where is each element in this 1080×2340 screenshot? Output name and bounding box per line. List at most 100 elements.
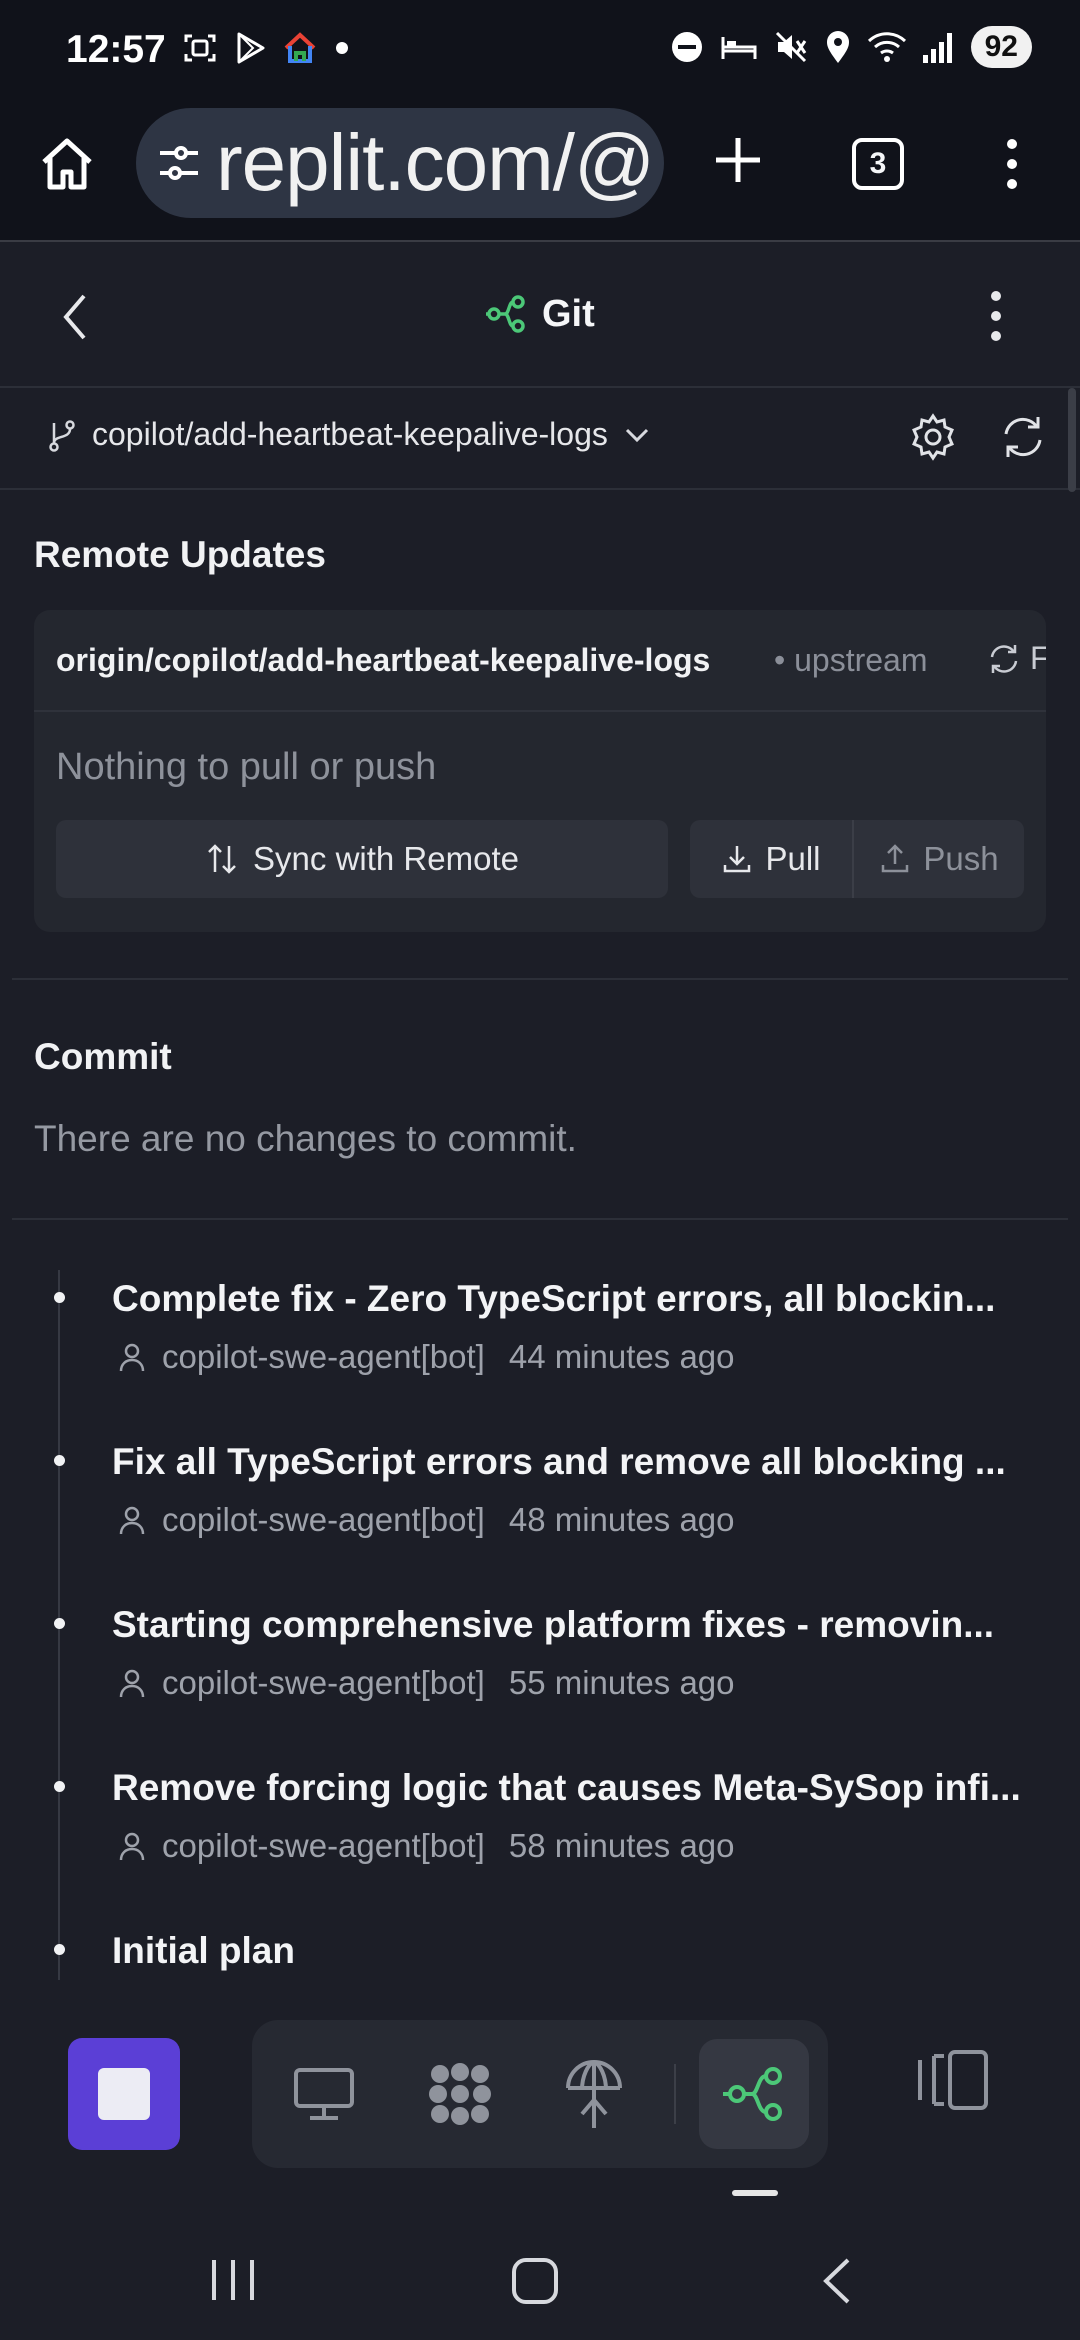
remote-updates-card: origin/copilot/add-heartbeat-keepalive-l… <box>34 610 1046 932</box>
remote-status-text: Nothing to pull or push <box>56 746 437 788</box>
back-arrow-icon <box>823 2258 850 2304</box>
stop-icon <box>98 2068 150 2120</box>
layout-toggle-button[interactable] <box>916 2048 990 2112</box>
chevron-left-icon <box>63 294 86 340</box>
push-button[interactable]: Push <box>854 820 1024 898</box>
commit-dot <box>54 1292 65 1303</box>
workspace-toolbar <box>0 1990 1080 2220</box>
download-icon <box>724 846 751 873</box>
remote-branch-name: origin/copilot/add-heartbeat-keepalive-l… <box>56 642 711 678</box>
stop-button[interactable] <box>68 2038 180 2150</box>
git-tool-button[interactable] <box>699 2039 809 2149</box>
home-icon <box>42 138 92 190</box>
tool-switcher <box>252 2020 828 2168</box>
commit-empty-message: There are no changes to commit. <box>34 1118 577 1159</box>
preview-tool-button[interactable] <box>274 2044 374 2144</box>
git-icon <box>723 2067 782 2121</box>
toolbar-indicator <box>732 2190 778 2196</box>
tool-separator <box>674 2064 676 2124</box>
page-title: Git <box>484 292 595 336</box>
recents-icon <box>212 2260 254 2300</box>
git-branch-icon <box>486 295 525 333</box>
sleep-icon <box>719 29 759 65</box>
git-settings-button[interactable] <box>908 412 958 462</box>
commit-message: Starting comprehensive platform fixes - … <box>112 1604 995 1645</box>
sync-arrows-icon <box>208 844 236 874</box>
commit-dot <box>54 1944 65 1955</box>
section-divider <box>12 978 1068 980</box>
branch-name: copilot/add-heartbeat-keepalive-logs <box>92 416 608 452</box>
branch-bar: copilot/add-heartbeat-keepalive-logs <box>0 388 1080 490</box>
commit-message: Fix all TypeScript errors and remove all… <box>112 1441 1006 1482</box>
do-not-disturb-icon <box>669 29 705 65</box>
commit-time: 44 minutes ago <box>508 1338 735 1375</box>
user-icon <box>119 1343 145 1372</box>
commit-message: Initial plan <box>112 1930 295 1971</box>
new-tab-button[interactable] <box>712 134 764 186</box>
browser-menu-button[interactable] <box>1000 136 1024 192</box>
remote-branch-row: origin/copilot/add-heartbeat-keepalive-l… <box>34 610 1046 712</box>
commit-author: copilot-swe-agent[bot] <box>162 1664 485 1701</box>
url-text: replit.com/@ <box>216 118 655 207</box>
commit-meta: copilot-swe-agent[bot] 44 minutes ago <box>116 1338 735 1376</box>
tab-switcher-button[interactable]: 3 <box>852 138 904 190</box>
upload-icon <box>882 844 909 873</box>
fetch-label: Fetch <box>1030 640 1046 676</box>
panels-icon <box>918 2050 988 2110</box>
status-time: 12:57 <box>66 28 166 71</box>
commit-meta: copilot-swe-agent[bot] 58 minutes ago <box>116 1827 735 1865</box>
scrollbar[interactable] <box>1068 388 1076 492</box>
location-icon <box>823 29 853 65</box>
remote-updates-title: Remote Updates <box>34 534 326 575</box>
chevron-down-icon <box>625 428 648 442</box>
mute-icon <box>773 29 809 65</box>
commit-dot <box>54 1455 65 1466</box>
branch-selector[interactable]: copilot/add-heartbeat-keepalive-logs <box>46 416 652 453</box>
battery-indicator: 92 <box>970 26 1032 68</box>
commit-dot <box>54 1618 65 1629</box>
status-bar: 12:57 92 <box>0 0 1080 100</box>
browser-toolbar: replit.com/@ 3 <box>0 100 1080 242</box>
system-navigation-bar <box>0 2220 1080 2340</box>
deployments-tool-button[interactable] <box>544 2044 644 2144</box>
commit-dot <box>54 1781 65 1792</box>
fetch-refresh-icon <box>990 644 1018 673</box>
commit-time: 48 minutes ago <box>508 1501 735 1538</box>
sync-label: Sync with Remote <box>253 840 519 877</box>
home-square-icon <box>512 2258 558 2304</box>
signal-icon <box>921 29 957 65</box>
system-back-button[interactable] <box>818 2256 854 2306</box>
sync-with-remote-button[interactable]: Sync with Remote <box>56 820 668 898</box>
pull-button[interactable]: Pull <box>690 820 854 898</box>
status-left-icons <box>182 30 352 66</box>
git-more-button[interactable] <box>980 288 1012 344</box>
commit-time: 55 minutes ago <box>508 1664 735 1701</box>
notification-dot-icon <box>332 30 352 66</box>
extensions-tool-button[interactable] <box>410 2044 510 2144</box>
back-button[interactable] <box>60 292 90 342</box>
refresh-button[interactable] <box>998 412 1048 462</box>
commit-author: copilot-swe-agent[bot] <box>162 1501 485 1538</box>
system-home-button[interactable] <box>510 2256 560 2306</box>
recents-button[interactable] <box>210 2258 256 2302</box>
fetch-button[interactable]: Fetch <box>986 640 1046 677</box>
push-label: Push <box>923 840 999 877</box>
upstream-label: • upstream <box>774 642 928 678</box>
wifi-icon <box>867 29 907 65</box>
screenshot-icon <box>182 30 218 66</box>
commit-meta: copilot-swe-agent[bot] 48 minutes ago <box>116 1501 735 1539</box>
section-divider <box>12 1218 1068 1220</box>
browser-home-button[interactable] <box>38 136 96 192</box>
page-title-text: Git <box>542 292 595 335</box>
extensions-icon <box>429 2063 491 2125</box>
plus-icon <box>716 138 760 182</box>
site-settings-icon[interactable] <box>156 140 202 186</box>
deployments-icon <box>566 2060 622 2128</box>
play-store-icon <box>232 30 268 66</box>
commit-author: copilot-swe-agent[bot] <box>162 1338 485 1375</box>
home-app-icon <box>282 30 318 66</box>
commit-message: Remove forcing logic that causes Meta-Sy… <box>112 1767 1021 1808</box>
more-vertical-icon <box>991 291 1001 341</box>
address-bar[interactable]: replit.com/@ <box>136 108 664 218</box>
gear-icon <box>912 413 954 461</box>
